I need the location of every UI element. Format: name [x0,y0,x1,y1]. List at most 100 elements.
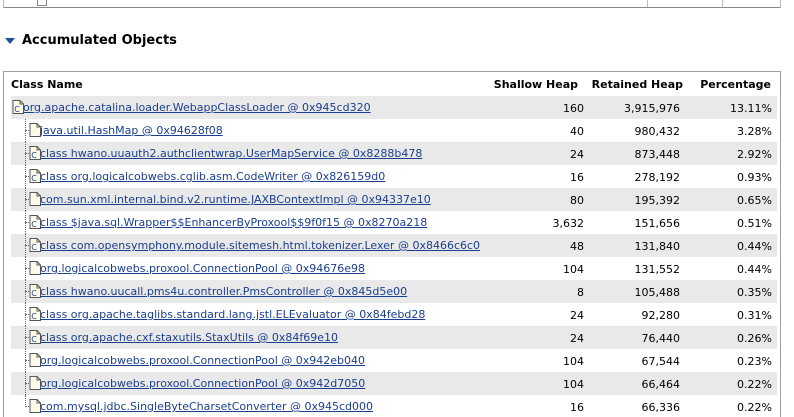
class-name-cell: Cclass hwano.uuauth2.authclientwrap.User… [11,142,487,165]
shallow-heap-value: 8 [577,286,584,299]
table-row[interactable]: Cclass com.opensymphony.module.sitemesh.… [11,234,777,257]
table-header: Class Name Shallow Heap Retained Heap Pe… [4,72,780,95]
percentage-value: 0.35% [737,286,772,299]
percentage-value: 0.51% [737,217,772,230]
retained-heap-value: 195,392 [634,194,681,207]
percentage-value: 0.44% [737,240,772,253]
class-name-cell: Cclass hwano.uucall.pms4u.controller.Pms… [11,280,487,303]
svg-text:C: C [31,174,37,183]
retained-heap-value: 105,488 [634,286,681,299]
table-row[interactable]: Cclass hwano.uuauth2.authclientwrap.User… [11,142,777,165]
class-name-cell: org.logicalcobwebs.proxool.ConnectionPoo… [11,372,487,395]
class-name-cell: org.logicalcobwebs.proxool.ConnectionPoo… [11,349,487,372]
table-row[interactable]: Cclass org.logicalcobwebs.cglib.asm.Code… [11,165,777,188]
column-header-shallow-heap[interactable]: Shallow Heap [494,78,578,91]
table-row[interactable]: Corg.apache.catalina.loader.WebappClassL… [11,96,777,119]
retained-heap-value: 131,840 [634,240,681,253]
percentage-value: 0.26% [737,332,772,345]
retained-heap-value: 92,280 [641,309,681,322]
svg-text:C: C [31,312,37,321]
percentage-value: 0.44% [737,263,772,276]
svg-text:C: C [31,220,37,229]
accumulated-objects-table: Class Name Shallow Heap Retained Heap Pe… [3,71,781,417]
object-link[interactable]: org.logicalcobwebs.proxool.ConnectionPoo… [40,354,365,367]
retained-heap-value: 873,448 [634,148,681,161]
retained-heap-value: 76,440 [641,332,681,345]
table-row[interactable]: java.util.HashMap @ 0x94628f08 40 980,432 3… [11,119,777,142]
object-link[interactable]: class hwano.uucall.pms4u.controller.PmsC… [40,285,407,298]
class-name-cell: Corg.apache.catalina.loader.WebappClassL… [11,96,487,119]
svg-text:C: C [14,105,20,114]
object-link[interactable]: class hwano.uuauth2.authclientwrap.UserM… [40,147,422,160]
column-header-retained-heap[interactable]: Retained Heap [592,78,683,91]
table-row[interactable]: com.sun.xml.internal.bind.v2.runtime.JAX… [11,188,777,211]
retained-heap-value: 66,464 [641,378,681,391]
table-row[interactable]: com.mysql.jdbc.SingleByteCharsetConverte… [11,395,777,417]
table-cell-divider [647,0,648,7]
table-cell-divider [722,0,723,7]
shallow-heap-value: 40 [570,125,584,138]
object-link[interactable]: class org.apache.cxf.staxutils.StaxUtils… [40,331,338,344]
retained-heap-value: 980,432 [634,125,681,138]
retained-heap-value: 131,552 [634,263,681,276]
object-link[interactable]: org.apache.catalina.loader.WebappClassLo… [23,101,371,114]
table-row[interactable]: Cclass org.apache.cxf.staxutils.StaxUtil… [11,326,777,349]
retained-heap-value: 66,336 [641,401,681,414]
table-row[interactable]: org.logicalcobwebs.proxool.ConnectionPoo… [11,257,777,280]
class-name-cell: com.sun.xml.internal.bind.v2.runtime.JAX… [11,188,487,211]
table-row[interactable]: org.logicalcobwebs.proxool.ConnectionPoo… [11,349,777,372]
svg-text:C: C [31,289,37,298]
object-link[interactable]: org.logicalcobwebs.proxool.ConnectionPoo… [40,262,365,275]
object-link[interactable]: class com.opensymphony.module.sitemesh.h… [40,239,480,252]
percentage-value: 0.93% [737,171,772,184]
class-name-cell: com.mysql.jdbc.SingleByteCharsetConverte… [11,395,487,417]
object-link[interactable]: org.logicalcobwebs.proxool.ConnectionPoo… [40,377,365,390]
percentage-value: 0.22% [737,401,772,414]
section-header[interactable]: Accumulated Objects [5,31,177,49]
shallow-heap-value: 48 [570,240,584,253]
retained-heap-value: 278,192 [634,171,681,184]
column-header-percentage[interactable]: Percentage [700,78,771,91]
shallow-heap-value: 24 [570,332,584,345]
shallow-heap-value: 16 [570,171,584,184]
retained-heap-value: 67,544 [641,355,681,368]
object-link[interactable]: class $java.sql.Wrapper$$EnhancerByProxo… [40,216,427,229]
object-link[interactable]: class org.logicalcobwebs.cglib.asm.CodeW… [40,170,385,183]
object-link[interactable]: com.sun.xml.internal.bind.v2.runtime.JAX… [40,193,431,206]
class-name-cell: Cclass org.logicalcobwebs.cglib.asm.Code… [11,165,487,188]
checkbox-icon [37,0,47,6]
svg-text:C: C [31,151,37,160]
shallow-heap-value: 104 [563,355,584,368]
table-row[interactable]: org.logicalcobwebs.proxool.ConnectionPoo… [11,372,777,395]
svg-text:C: C [31,243,37,252]
svg-text:C: C [31,335,37,344]
class-name-cell: Cclass $java.sql.Wrapper$$EnhancerByProx… [11,211,487,234]
object-link[interactable]: class org.apache.taglibs.standard.lang.j… [40,308,425,321]
percentage-value: 2.92% [737,148,772,161]
shallow-heap-value: 80 [570,194,584,207]
retained-heap-value: 3,915,976 [624,102,680,115]
class-name-cell: Cclass com.opensymphony.module.sitemesh.… [11,234,487,257]
column-header-class-name[interactable]: Class Name [11,78,83,91]
table-row[interactable]: Cclass hwano.uucall.pms4u.controller.Pms… [11,280,777,303]
shallow-heap-value: 24 [570,148,584,161]
collapse-triangle-icon[interactable] [5,36,15,46]
shallow-heap-value: 24 [570,309,584,322]
class-name-cell: Cclass org.apache.cxf.staxutils.StaxUtil… [11,326,487,349]
percentage-value: 0.23% [737,355,772,368]
retained-heap-value: 151,656 [634,217,681,230]
shallow-heap-value: 104 [563,263,584,276]
shallow-heap-value: 16 [570,401,584,414]
table-row[interactable]: Cclass $java.sql.Wrapper$$EnhancerByProx… [11,211,777,234]
percentage-value: 0.31% [737,309,772,322]
object-link[interactable]: java.util.HashMap @ 0x94628f08 [40,124,223,137]
table-row[interactable]: Cclass org.apache.taglibs.standard.lang.… [11,303,777,326]
percentage-value: 0.22% [737,378,772,391]
shallow-heap-value: 160 [563,102,584,115]
object-link[interactable]: com.mysql.jdbc.SingleByteCharsetConverte… [40,400,373,413]
shallow-heap-value: 104 [563,378,584,391]
percentage-value: 13.11% [730,102,772,115]
percentage-value: 0.65% [737,194,772,207]
class-name-cell: java.util.HashMap @ 0x94628f08 [11,119,487,142]
class-name-cell: org.logicalcobwebs.proxool.ConnectionPoo… [11,257,487,280]
